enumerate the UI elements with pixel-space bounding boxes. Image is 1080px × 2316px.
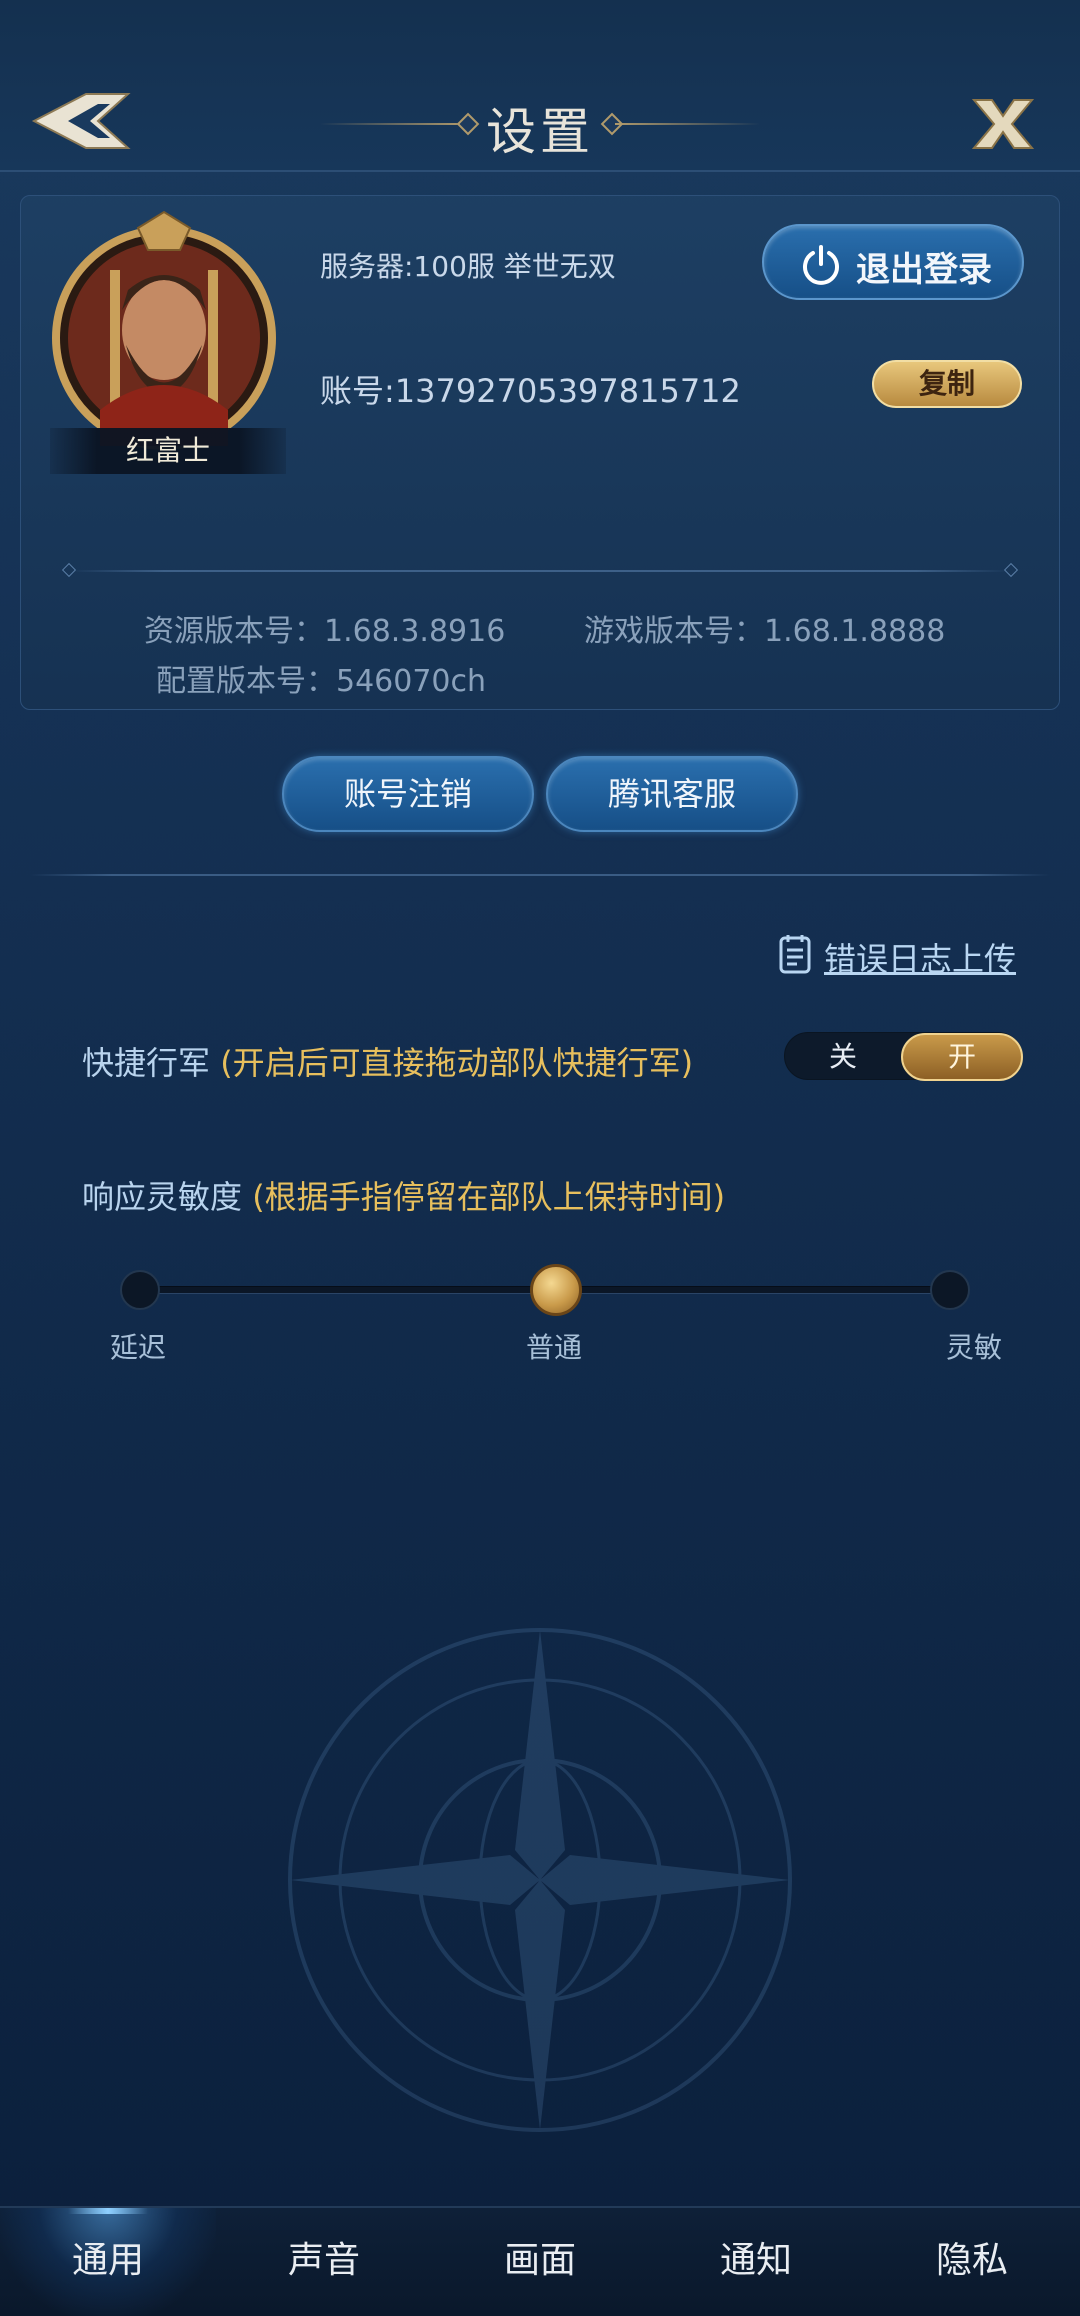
close-button[interactable] bbox=[970, 98, 1036, 150]
header-bar: 设置 bbox=[0, 0, 1080, 172]
account-deactivate-button[interactable]: 账号注销 bbox=[282, 756, 534, 832]
toggle-on-option[interactable]: 开 bbox=[901, 1033, 1023, 1081]
tab-sound-label: 声音 bbox=[287, 2240, 360, 2281]
tab-privacy-label: 隐私 bbox=[935, 2240, 1008, 2281]
game-version: 游戏版本号：1.68.1.8888 bbox=[584, 614, 946, 649]
error-log-label: 错误日志上传 bbox=[824, 940, 1017, 978]
bottom-tab-bar: 通用 声音 画面 通知 隐私 bbox=[0, 2206, 1080, 2316]
toggle-off-option[interactable]: 关 bbox=[785, 1033, 901, 1081]
copy-button[interactable]: 复制 bbox=[872, 360, 1022, 408]
slider-label-normal: 普通 bbox=[526, 1331, 583, 1364]
tab-graphics-label: 画面 bbox=[503, 2240, 576, 2281]
sensitivity-hint: (根据手指停留在部队上保持时间) bbox=[252, 1178, 726, 1216]
server-label: 服务器:100服 举世无双 bbox=[320, 250, 616, 283]
logout-button[interactable]: 退出登录 bbox=[762, 224, 1024, 300]
log-document-icon bbox=[779, 935, 811, 974]
sensitivity-slider[interactable] bbox=[120, 1264, 970, 1316]
tab-sound[interactable]: 声音 bbox=[216, 2208, 432, 2316]
slider-stop-sensitive[interactable] bbox=[930, 1270, 970, 1310]
slider-stop-delay[interactable] bbox=[120, 1270, 160, 1310]
section-divider bbox=[30, 874, 1050, 876]
title-group: 设置 bbox=[300, 88, 780, 162]
back-button[interactable] bbox=[28, 88, 132, 154]
quick-march-option: 快捷行军 (开启后可直接拖动部队快捷行军) bbox=[82, 1038, 693, 1084]
account-id: 账号:13792705397815712 bbox=[320, 372, 741, 410]
active-tab-glow bbox=[68, 2208, 148, 2214]
tab-graphics[interactable]: 画面 bbox=[432, 2208, 648, 2316]
power-icon bbox=[803, 245, 839, 285]
tab-notifications-label: 通知 bbox=[719, 2240, 792, 2281]
slider-label-delay: 延迟 bbox=[110, 1331, 167, 1364]
slider-label-sensitive: 灵敏 bbox=[946, 1331, 1003, 1364]
resource-version: 资源版本号：1.68.3.8916 bbox=[144, 614, 506, 649]
quick-march-hint: (开启后可直接拖动部队快捷行军) bbox=[220, 1044, 694, 1082]
avatar[interactable] bbox=[40, 210, 288, 460]
close-icon bbox=[971, 99, 1035, 149]
customer-support-button[interactable]: 腾讯客服 bbox=[546, 756, 798, 832]
sensitivity-option: 响应灵敏度 (根据手指停留在部队上保持时间) bbox=[82, 1172, 725, 1218]
quick-march-toggle[interactable]: 关 开 bbox=[784, 1032, 1023, 1081]
logout-label: 退出登录 bbox=[856, 250, 992, 290]
compass-watermark-icon bbox=[255, 1620, 825, 2140]
page-title: 设置 bbox=[486, 103, 594, 161]
panel-divider bbox=[61, 562, 1019, 578]
sensitivity-label: 响应灵敏度 bbox=[82, 1178, 243, 1216]
slider-knob[interactable] bbox=[530, 1264, 582, 1316]
tab-general[interactable]: 通用 bbox=[0, 2208, 216, 2316]
avatar-name: 红富士 bbox=[50, 428, 286, 474]
title-ornament-right bbox=[615, 123, 760, 125]
quick-march-label: 快捷行军 bbox=[82, 1044, 211, 1082]
tab-privacy[interactable]: 隐私 bbox=[864, 2208, 1080, 2316]
title-diamond-left bbox=[456, 112, 480, 136]
error-log-upload-link[interactable]: 错误日志上传 bbox=[778, 932, 1022, 978]
tab-general-label: 通用 bbox=[71, 2240, 144, 2281]
tab-notifications[interactable]: 通知 bbox=[648, 2208, 864, 2316]
title-ornament-left bbox=[320, 123, 465, 125]
config-version: 配置版本号：546070ch bbox=[156, 664, 487, 699]
avatar-portrait-icon bbox=[52, 210, 276, 450]
back-arrow-icon bbox=[31, 93, 131, 149]
